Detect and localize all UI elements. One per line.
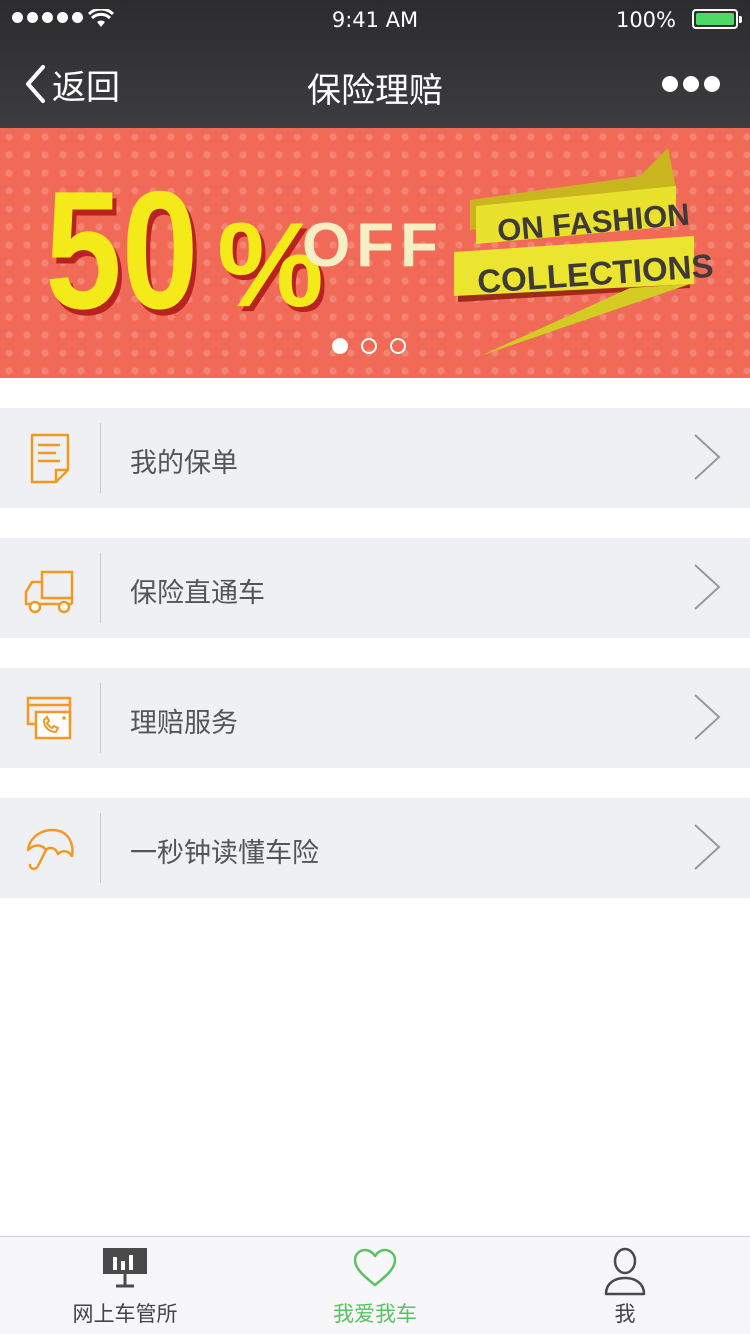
- umbrella-icon: [26, 828, 74, 871]
- insurance-claims-page: 9:41 AM 100% 返回 保险理赔 50 50 % % OFF ON FA…: [0, 0, 750, 1334]
- menu-item-my-policy[interactable]: 我的保单: [0, 408, 750, 508]
- delivery-truck-icon: [24, 570, 74, 614]
- more-dots-icon: [662, 76, 678, 92]
- item-divider: [100, 683, 101, 753]
- tab-me[interactable]: 我: [500, 1237, 750, 1334]
- chevron-right-icon: [694, 824, 721, 870]
- chevron-right-icon: [694, 694, 721, 740]
- item-divider: [100, 553, 101, 623]
- more-options-button[interactable]: [662, 76, 720, 92]
- carousel-dot-3[interactable]: [390, 338, 406, 354]
- battery-icon: [692, 9, 742, 29]
- tab-label: 网上车管所: [72, 1302, 178, 1326]
- carousel-dot-2[interactable]: [361, 338, 377, 354]
- menu-list: 我的保单 保险直通车 理赔服务 一秒钟读懂车险: [0, 408, 750, 928]
- menu-item-car-insurance-guide[interactable]: 一秒钟读懂车险: [0, 798, 750, 898]
- navigation-bar: 返回 保险理赔: [0, 40, 750, 128]
- person-icon: [604, 1247, 646, 1296]
- menu-item-label: 一秒钟读懂车险: [130, 838, 319, 869]
- tab-label: 我: [614, 1302, 636, 1326]
- item-divider: [100, 813, 101, 883]
- policy-document-icon: [30, 433, 70, 484]
- menu-item-label: 保险直通车: [130, 578, 265, 609]
- menu-item-claims-service[interactable]: 理赔服务: [0, 668, 750, 768]
- chevron-right-icon: [694, 564, 721, 610]
- carousel-dot-1[interactable]: [332, 338, 348, 354]
- chevron-right-icon: [694, 434, 721, 480]
- tab-online-vehicle-office[interactable]: 网上车管所: [0, 1237, 250, 1334]
- page-title: 保险理赔: [307, 71, 443, 111]
- tab-label: 我爱我车: [333, 1302, 417, 1326]
- menu-item-label: 理赔服务: [130, 708, 238, 739]
- status-bar: 9:41 AM 100%: [0, 0, 750, 40]
- battery-percentage: 100%: [615, 8, 676, 32]
- tab-bar: 网上车管所 我爱我车 我: [0, 1236, 750, 1334]
- menu-item-insurance-express[interactable]: 保险直通车: [0, 538, 750, 638]
- heart-icon: [353, 1248, 397, 1287]
- tab-love-my-car[interactable]: 我爱我车: [250, 1237, 500, 1334]
- menu-item-label: 我的保单: [130, 448, 238, 479]
- promo-big-number: 50: [45, 156, 198, 344]
- promo-banner[interactable]: 50 50 % % OFF ON FASHION COLLECTIONS: [0, 128, 750, 378]
- promo-off-text: OFF: [302, 211, 444, 280]
- billboard-chart-icon: [103, 1248, 147, 1288]
- carousel-indicators[interactable]: [332, 338, 406, 354]
- item-divider: [100, 423, 101, 493]
- top-bar: 9:41 AM 100% 返回 保险理赔: [0, 0, 750, 128]
- claims-phone-icon: [26, 696, 72, 740]
